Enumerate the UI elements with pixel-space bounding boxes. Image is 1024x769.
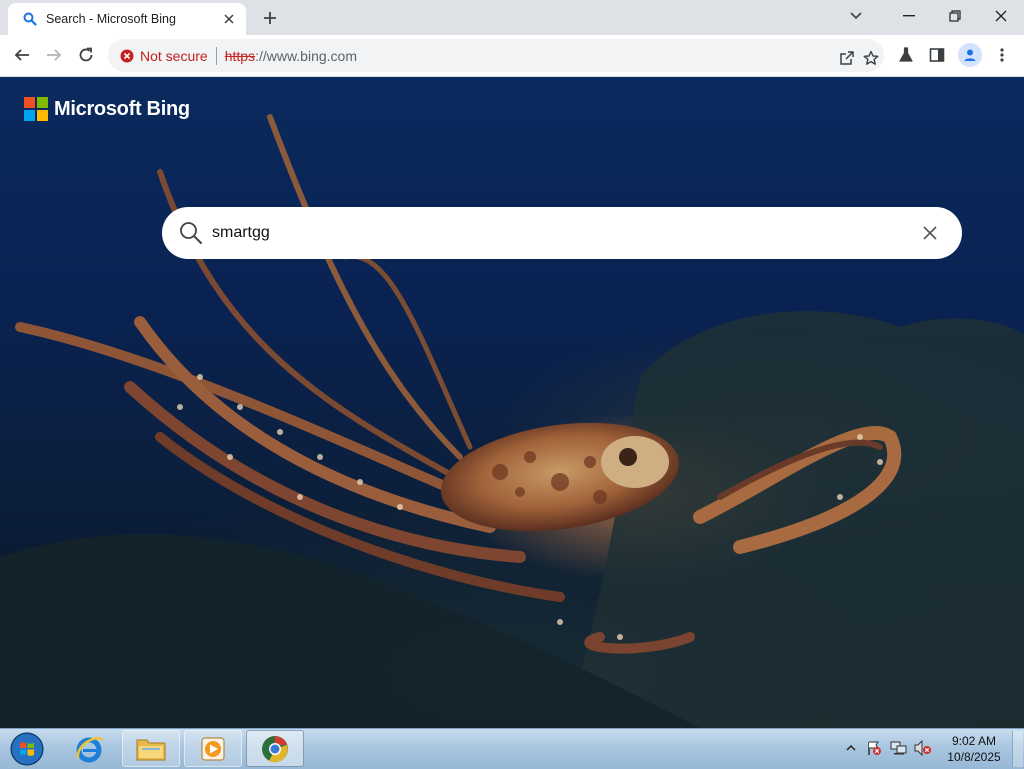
back-button[interactable] (8, 41, 36, 69)
start-button[interactable] (8, 731, 46, 767)
new-tab-button[interactable] (258, 6, 282, 30)
browser-app-icon (262, 735, 288, 762)
clock-date: 10/8/2025 (947, 750, 1001, 764)
browser-toolbar: Not secure https://www.bing.com (0, 35, 1024, 77)
close-window-button[interactable] (979, 0, 1023, 32)
network-icon[interactable] (890, 739, 908, 757)
volume-muted-icon[interactable] (914, 739, 932, 757)
tab-bing-search[interactable]: Search - Microsoft Bing (8, 3, 246, 35)
show-hidden-icons-chevron-icon[interactable] (842, 739, 860, 757)
show-desktop-button[interactable] (1012, 731, 1023, 767)
search-input[interactable] (210, 223, 918, 243)
taskbar-chrome[interactable] (246, 730, 304, 767)
tab-strip: Search - Microsoft Bing (0, 0, 1024, 35)
taskbar-file-explorer[interactable] (122, 730, 180, 767)
not-secure-warning-icon[interactable] (120, 49, 134, 63)
tab-search-chevron-icon[interactable] (834, 0, 878, 32)
action-center-flag-icon[interactable] (865, 739, 883, 757)
clear-search-icon[interactable] (918, 221, 942, 245)
url-host: ://www.bing.com (255, 47, 357, 64)
internet-explorer-icon (76, 736, 104, 762)
tab-close-icon[interactable] (220, 10, 238, 28)
restore-button[interactable] (933, 0, 977, 32)
media-player-icon (201, 736, 225, 761)
reload-button[interactable] (72, 41, 100, 69)
folder-icon (136, 739, 166, 760)
labs-flask-icon[interactable] (893, 42, 919, 68)
octopus-background-image (0, 114, 1024, 728)
share-icon[interactable] (834, 45, 860, 71)
microsoft-logo-icon (24, 97, 48, 121)
address-bar[interactable]: Not secure https://www.bing.com (108, 39, 884, 72)
taskbar-internet-explorer[interactable] (60, 730, 118, 767)
windows-start-orb-icon (10, 732, 44, 766)
search-favicon-icon (22, 11, 38, 27)
windows-taskbar: 9:02 AM 10/8/2025 (0, 728, 1024, 769)
profile-avatar-icon[interactable] (958, 43, 982, 67)
taskbar-media-player[interactable] (184, 730, 242, 767)
url-text[interactable]: https://www.bing.com (225, 48, 357, 64)
side-panel-icon[interactable] (924, 42, 950, 68)
browser-menu-icon[interactable] (989, 42, 1015, 68)
clock-time: 9:02 AM (951, 734, 997, 748)
bing-logo[interactable]: Microsoft Bing (24, 97, 190, 121)
bookmark-star-icon[interactable] (858, 45, 884, 71)
not-secure-label[interactable]: Not secure (140, 48, 208, 64)
brand-name: Microsoft Bing (54, 97, 190, 120)
url-scheme: https (224, 47, 256, 64)
system-clock[interactable]: 9:02 AM 10/8/2025 (938, 733, 1010, 765)
search-icon[interactable] (178, 220, 204, 246)
tab-title: Search - Microsoft Bing (46, 12, 176, 26)
omnibox-divider (215, 46, 217, 65)
search-box[interactable] (162, 207, 962, 259)
bing-homepage: Microsoft Bing (0, 77, 1024, 728)
minimize-button[interactable] (887, 0, 931, 32)
forward-button[interactable] (40, 41, 68, 69)
